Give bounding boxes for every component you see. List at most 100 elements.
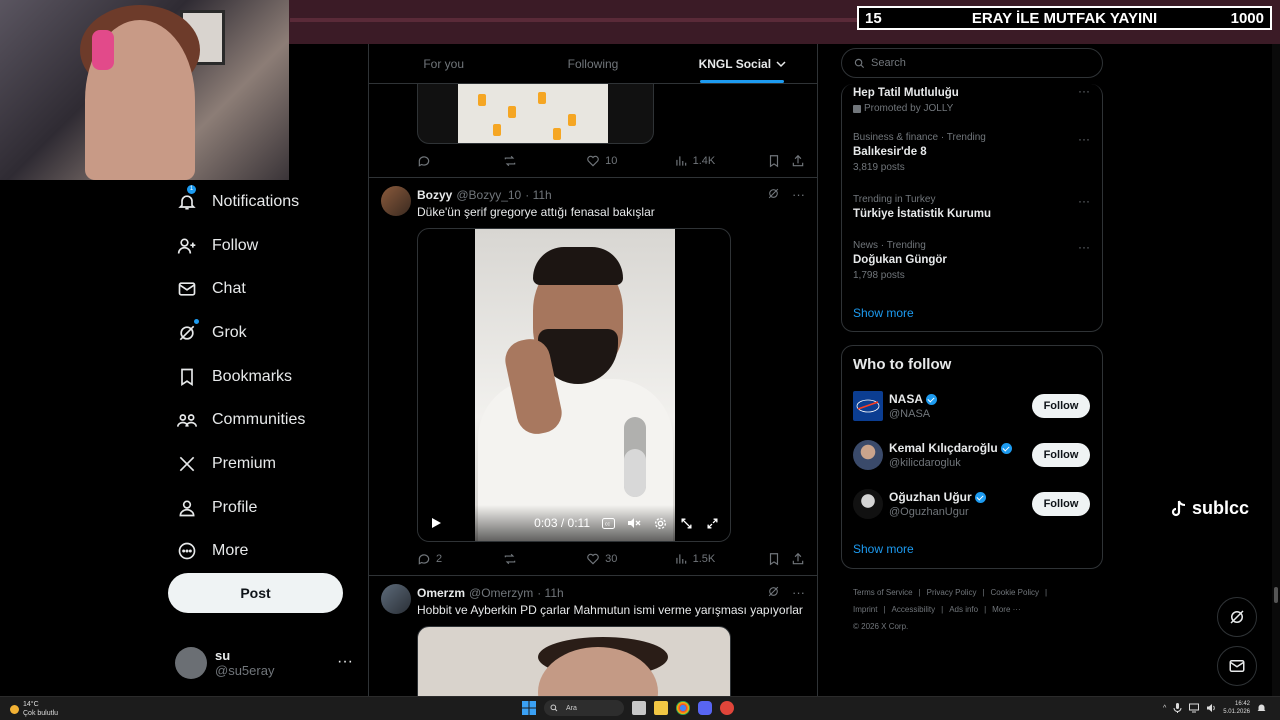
footer-link[interactable]: Ads info bbox=[949, 605, 978, 614]
notification-badge: 1 bbox=[187, 185, 196, 194]
trend-more-icon[interactable]: ··· bbox=[1078, 132, 1090, 146]
speaker-icon[interactable] bbox=[1206, 703, 1216, 713]
like-button[interactable]: 10 bbox=[586, 154, 674, 168]
pip-icon[interactable] bbox=[678, 515, 694, 531]
bookmark-button[interactable] bbox=[767, 552, 791, 566]
follow-button[interactable]: Follow bbox=[1032, 394, 1090, 418]
retweet-button[interactable] bbox=[503, 552, 587, 566]
trend-more-icon[interactable]: ··· bbox=[1078, 194, 1090, 208]
stream-right-number: 1000 bbox=[1230, 9, 1264, 27]
nav-chat[interactable]: Chat bbox=[160, 267, 360, 311]
weather-widget[interactable]: 14°C Çok bulutlu bbox=[10, 700, 58, 718]
share-button[interactable] bbox=[791, 552, 805, 566]
messages-fab[interactable] bbox=[1217, 646, 1257, 686]
microphone-icon[interactable] bbox=[1173, 703, 1182, 713]
tweet-header: Omerzm @Omerzym · 11h bbox=[417, 585, 564, 601]
tweet-author-name[interactable]: Omerzm bbox=[417, 586, 465, 600]
footer-link[interactable]: Accessibility bbox=[892, 605, 936, 614]
play-icon[interactable] bbox=[428, 515, 444, 531]
views-button[interactable]: 1.5K bbox=[674, 552, 768, 566]
footer-link[interactable]: Privacy Policy bbox=[927, 588, 977, 597]
trend-item[interactable]: News · Trending Doğukan Güngör 1,798 pos… bbox=[853, 240, 1090, 281]
grok-icon[interactable] bbox=[767, 187, 780, 200]
reply-button[interactable]: 2 bbox=[417, 552, 503, 566]
app-icon[interactable] bbox=[720, 701, 734, 715]
trend-more-icon[interactable]: ··· bbox=[1078, 84, 1090, 98]
notification-bell-icon[interactable] bbox=[1257, 703, 1266, 713]
nav-bookmarks[interactable]: Bookmarks bbox=[160, 355, 360, 399]
account-more-icon[interactable]: ··· bbox=[337, 653, 353, 671]
more-icon[interactable]: ··· bbox=[792, 585, 805, 600]
footer-link[interactable]: More ··· bbox=[992, 605, 1020, 614]
trend-item[interactable]: Trending in Turkey Türkiye İstatistik Ku… bbox=[853, 194, 1090, 220]
follow-suggestion[interactable]: NASA @NASA Follow bbox=[853, 388, 1090, 424]
reply-button[interactable] bbox=[417, 154, 503, 168]
tweet-time[interactable]: · 11h bbox=[525, 188, 551, 202]
retweet-button[interactable] bbox=[503, 154, 587, 168]
who-to-follow-show-more[interactable]: Show more bbox=[853, 542, 914, 556]
more-icon[interactable]: ··· bbox=[792, 187, 805, 202]
nav-premium[interactable]: Premium bbox=[160, 442, 360, 486]
video-controls: 0:03 / 0:11 cc bbox=[418, 505, 730, 541]
nav-follow[interactable]: Follow bbox=[160, 224, 360, 268]
follow-button[interactable]: Follow bbox=[1032, 492, 1090, 516]
trend-item[interactable]: Hep Tatil Mutluluğu Promoted by JOLLY ··… bbox=[853, 84, 1090, 114]
volume-slider[interactable] bbox=[624, 417, 646, 497]
tweet-media[interactable] bbox=[417, 626, 731, 696]
search-input[interactable]: Search bbox=[841, 48, 1103, 78]
follow-suggestion[interactable]: Oğuzhan Uğur @OguzhanUgur Follow bbox=[853, 486, 1090, 522]
follow-suggestion[interactable]: Kemal Kılıçdaroğlu @kilicdarogluk Follow bbox=[853, 437, 1090, 473]
footer-separator: | bbox=[941, 605, 944, 614]
account-switcher[interactable]: su @su5eray ··· bbox=[175, 645, 355, 681]
tweet-time[interactable]: · 11h bbox=[537, 586, 563, 600]
trends-show-more[interactable]: Show more bbox=[853, 306, 914, 320]
like-button[interactable]: 30 bbox=[586, 552, 674, 566]
scrollbar-thumb[interactable] bbox=[1274, 587, 1278, 603]
webcam-overlay bbox=[0, 0, 289, 180]
mute-icon[interactable] bbox=[626, 515, 642, 531]
nav-profile[interactable]: Profile bbox=[160, 486, 360, 530]
nav-grok[interactable]: Grok bbox=[160, 311, 360, 355]
tray-chevron-icon[interactable]: ^ bbox=[1163, 705, 1166, 712]
nav-notifications[interactable]: 1 Notifications bbox=[160, 180, 360, 224]
captions-icon[interactable]: cc bbox=[600, 515, 616, 531]
views-button[interactable]: 1.4K bbox=[674, 154, 768, 168]
follow-button[interactable]: Follow bbox=[1032, 443, 1090, 467]
nav-communities[interactable]: Communities bbox=[160, 398, 360, 442]
taskbar-search-label: Ara bbox=[566, 704, 577, 712]
fullscreen-icon[interactable] bbox=[704, 515, 720, 531]
settings-icon[interactable] bbox=[652, 515, 668, 531]
footer-link[interactable]: Imprint bbox=[853, 605, 877, 614]
taskbar-search[interactable]: Ara bbox=[544, 700, 624, 716]
network-icon[interactable] bbox=[1189, 703, 1200, 713]
tweet-author-name[interactable]: Bozyy bbox=[417, 188, 452, 202]
nav-more[interactable]: More bbox=[160, 530, 360, 574]
bell-icon bbox=[178, 195, 196, 210]
file-explorer-icon[interactable] bbox=[654, 701, 668, 715]
reply-count: 2 bbox=[436, 553, 443, 565]
avatar[interactable] bbox=[381, 186, 411, 216]
grok-fab[interactable] bbox=[1217, 597, 1257, 637]
post-button[interactable]: Post bbox=[168, 573, 343, 613]
tab-kngl-social[interactable]: KNGL Social bbox=[668, 44, 817, 83]
chrome-icon[interactable] bbox=[676, 701, 690, 715]
footer-link[interactable]: Cookie Policy bbox=[991, 588, 1039, 597]
share-button[interactable] bbox=[791, 154, 805, 168]
task-view-icon[interactable] bbox=[632, 701, 646, 715]
tweet-author-handle[interactable]: @Omerzym bbox=[469, 586, 533, 600]
grok-icon[interactable] bbox=[767, 585, 780, 598]
trend-item[interactable]: Business & finance · Trending Balıkesir'… bbox=[853, 132, 1090, 173]
video-player[interactable]: 0:03 / 0:11 cc bbox=[417, 228, 731, 542]
trend-more-icon[interactable]: ··· bbox=[1078, 240, 1090, 254]
tab-for-you[interactable]: For you bbox=[369, 44, 518, 83]
avatar[interactable] bbox=[381, 584, 411, 614]
tweet-author-handle[interactable]: @Bozyy_10 bbox=[456, 188, 521, 202]
bookmark-button[interactable] bbox=[767, 154, 791, 168]
scrollbar[interactable] bbox=[1272, 44, 1280, 696]
taskbar-clock[interactable]: 16:42 5.01.2026 bbox=[1223, 700, 1250, 716]
discord-icon[interactable] bbox=[698, 701, 712, 715]
windows-start-icon[interactable] bbox=[522, 701, 536, 715]
tab-following[interactable]: Following bbox=[518, 44, 667, 83]
footer-link[interactable]: Terms of Service bbox=[853, 588, 913, 597]
previous-tweet-media[interactable] bbox=[417, 84, 654, 144]
